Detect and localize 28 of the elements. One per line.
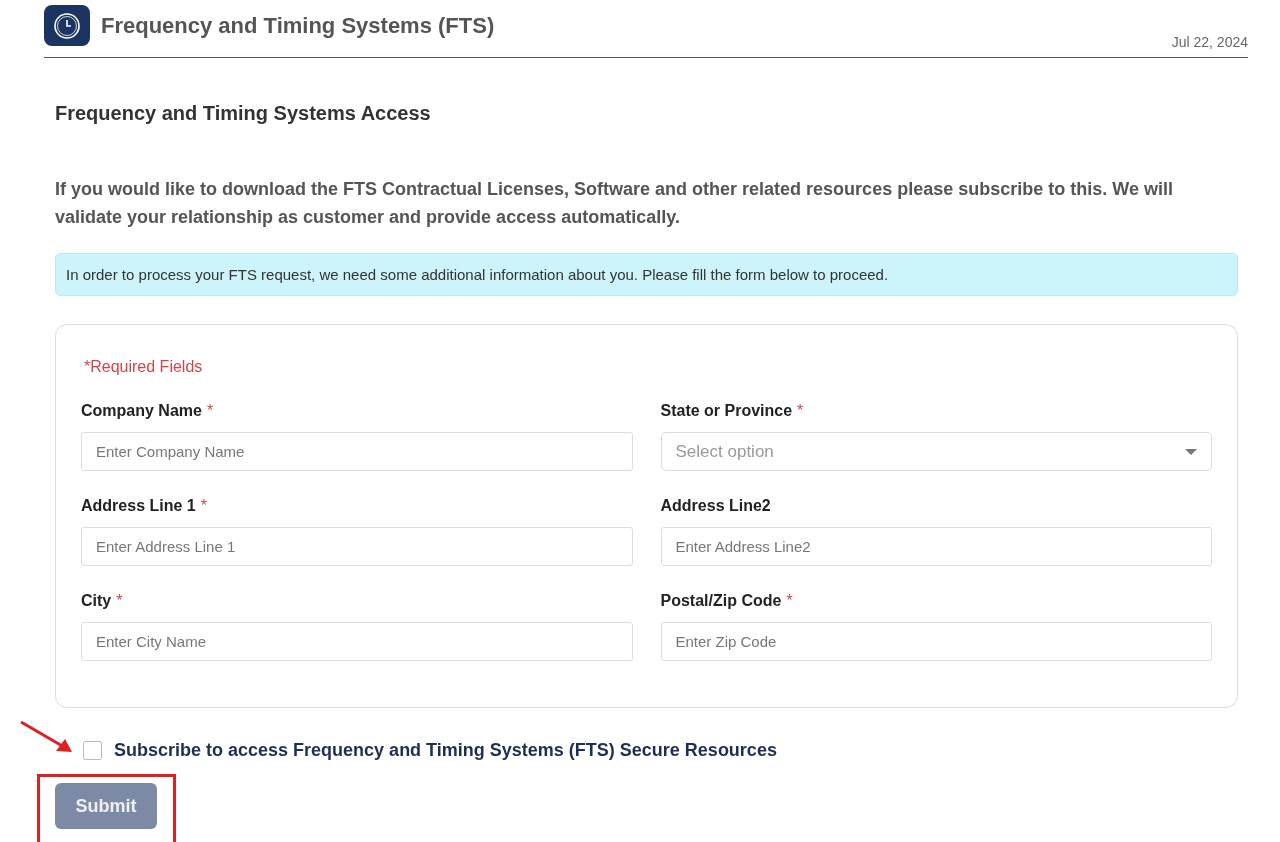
required-asterisk: * <box>200 497 207 515</box>
input-field[interactable]: Enter Address Line 1 <box>81 527 633 566</box>
field-label: Address Line 1 <box>81 497 196 515</box>
input-field[interactable]: Enter Address Line2 <box>660 527 1212 566</box>
caret-icon <box>1185 448 1197 455</box>
section-heading: Frequency and Timing Systems Access <box>55 102 432 125</box>
required-note: *Required Fields <box>84 358 204 376</box>
page-title: Frequency and Timing Systems (FTS) <box>101 12 496 39</box>
field-label: City <box>81 592 112 610</box>
date-label: Jul 22, 2024 <box>1171 34 1248 50</box>
intro-text: If you would like to download the FTS Contractual Licenses, Software and other related resources please subscribe to this. We will validate your relationship as customer and provide access automatically. <box>55 178 1174 229</box>
clock-logo-icon <box>44 5 90 46</box>
checkbox-label[interactable]: Subscribe to access Frequency and Timing Systems (FTS) Secure Resources <box>114 740 777 761</box>
field-label: State or Province <box>660 402 793 420</box>
required-asterisk: * <box>786 592 793 610</box>
checkbox[interactable] <box>83 741 102 760</box>
field-label: Address Line2 <box>660 497 771 515</box>
input-field[interactable]: Enter Zip Code <box>660 622 1212 661</box>
annotation-arrow <box>20 721 72 752</box>
select-field[interactable]: Select option <box>660 432 1212 471</box>
field-label: Postal/Zip Code <box>660 592 782 610</box>
required-asterisk: * <box>206 402 214 420</box>
field-label: Company Name <box>81 402 202 420</box>
info-notice: In order to process your FTS request, we need some additional information about you. Please fill the form below to proceed. <box>55 253 1238 296</box>
required-asterisk: * <box>116 592 123 610</box>
input-field[interactable]: Enter City Name <box>81 622 633 661</box>
input-field[interactable]: Enter Company Name <box>81 432 633 471</box>
required-asterisk: * <box>797 402 804 420</box>
